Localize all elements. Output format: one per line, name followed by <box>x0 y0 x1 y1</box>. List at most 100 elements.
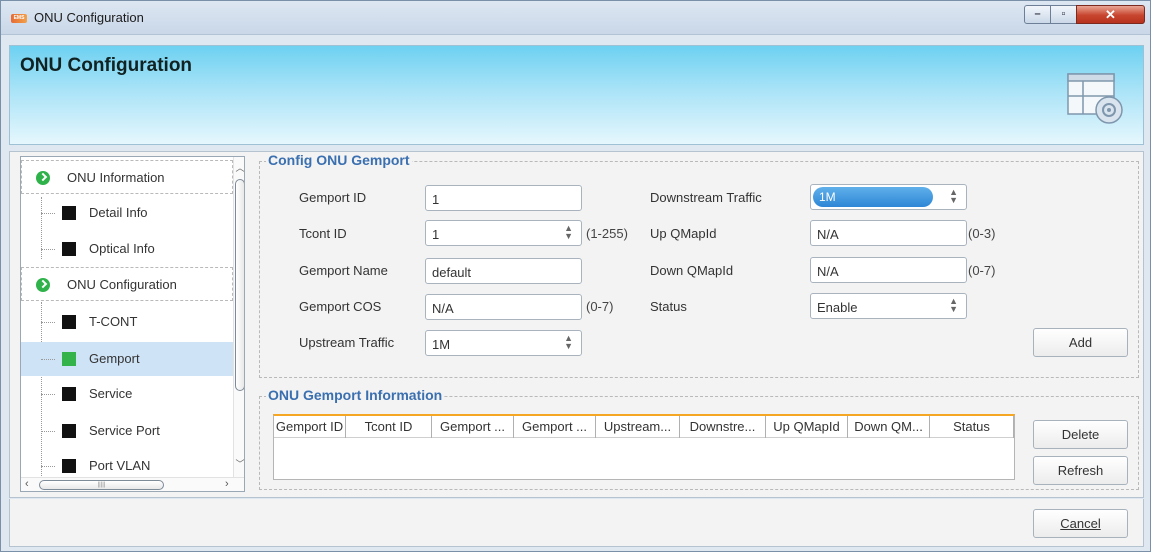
leaf-square-icon <box>62 315 76 329</box>
scrollbar-thumb[interactable]: ||||| <box>39 480 164 490</box>
selected-value-highlight: 1M <box>813 187 933 207</box>
gemport-id-input[interactable]: 1 <box>425 185 582 211</box>
scrollbar-thumb[interactable] <box>235 179 244 391</box>
tree-item-gemport[interactable]: Gemport <box>21 342 233 376</box>
tree-item-label: T-CONT <box>89 314 138 329</box>
spinner-arrows-icon[interactable]: ▲ ▼ <box>564 224 573 241</box>
tcont-id-stepper[interactable]: 1 ▲ ▼ <box>425 220 582 246</box>
field-value: N/A <box>432 301 454 316</box>
check-circle-icon <box>36 171 50 185</box>
column-header[interactable]: Up QMapId <box>766 416 848 438</box>
navigation-tree: ONU Information Detail Info Optical Info… <box>20 156 245 492</box>
leaf-square-icon <box>62 242 76 256</box>
status-select[interactable]: Enable ▲ ▼ <box>810 293 967 319</box>
down-qmapid-input[interactable]: N/A <box>810 257 967 283</box>
tree-connector <box>41 322 55 323</box>
column-header[interactable]: Tcont ID <box>346 416 432 438</box>
column-header[interactable]: Upstream... <box>596 416 680 438</box>
chevron-down-icon[interactable]: ﹀ <box>234 457 244 470</box>
minimize-icon: – <box>1034 8 1041 20</box>
delete-button[interactable]: Delete <box>1033 420 1128 449</box>
downstream-traffic-select[interactable]: 1M ▲ ▼ <box>810 184 967 210</box>
field-value: Enable <box>817 300 858 315</box>
column-header[interactable]: Gemport ID <box>274 416 346 438</box>
tree-item-label: Gemport <box>89 351 140 366</box>
close-icon: ✕ <box>1105 7 1116 22</box>
up-qmapid-range: (0-3) <box>968 226 996 241</box>
maximize-icon: ▫ <box>1061 8 1066 20</box>
gemport-name-input[interactable]: default <box>425 258 582 284</box>
column-header[interactable]: Downstre... <box>680 416 766 438</box>
tcont-id-label: Tcont ID <box>299 226 347 241</box>
field-value: N/A <box>817 227 839 242</box>
refresh-button[interactable]: Refresh <box>1033 456 1128 485</box>
tree-connector <box>41 213 55 214</box>
close-button[interactable]: ✕ <box>1076 5 1145 24</box>
main-panel: ONU Information Detail Info Optical Info… <box>9 151 1144 498</box>
field-value: N/A <box>817 264 839 279</box>
check-circle-icon <box>36 278 50 292</box>
up-qmapid-label: Up QMapId <box>650 226 717 241</box>
status-label: Status <box>650 299 687 314</box>
field-value: 1 <box>432 192 440 207</box>
tcont-id-range: (1-255) <box>586 226 628 241</box>
group-title: ONU Gemport Information <box>266 387 445 403</box>
downstream-traffic-label: Downstream Traffic <box>650 190 762 205</box>
tree-item-optical-info[interactable]: Optical Info <box>21 232 233 266</box>
gemport-cos-input[interactable]: N/A <box>425 294 582 320</box>
leaf-square-icon <box>62 424 76 438</box>
config-window-icon <box>1067 73 1123 124</box>
tree-item-label: Detail Info <box>89 205 148 220</box>
spinner-arrows-icon[interactable]: ▲ ▼ <box>949 188 958 205</box>
gemport-id-label: Gemport ID <box>299 190 367 205</box>
banner-title: ONU Configuration <box>20 55 193 76</box>
tree-connector <box>41 431 55 432</box>
tree-connector <box>41 394 55 395</box>
tree-item-onu-configuration[interactable]: ONU Configuration <box>21 267 233 301</box>
leaf-square-icon <box>62 206 76 220</box>
maximize-button[interactable]: ▫ <box>1050 5 1077 24</box>
tree-item-detail-info[interactable]: Detail Info <box>21 196 233 230</box>
gemport-cos-label: Gemport COS <box>299 299 382 314</box>
tree-item-label: ONU Information <box>67 170 165 185</box>
app-icon: EMS <box>11 14 27 23</box>
upstream-traffic-label: Upstream Traffic <box>299 335 395 350</box>
field-value: 1M <box>432 337 451 352</box>
tree-item-t-cont[interactable]: T-CONT <box>21 305 233 339</box>
tree-horizontal-scrollbar[interactable]: ‹ ||||| › <box>21 477 244 491</box>
tree-vertical-scrollbar[interactable]: ︿ ﹀ <box>233 157 244 477</box>
chevron-up-icon[interactable]: ︿ <box>234 161 244 174</box>
header-banner: ONU Configuration <box>9 45 1144 145</box>
column-header[interactable]: Status <box>930 416 1014 438</box>
down-qmapid-label: Down QMapId <box>650 263 734 278</box>
tree-item-service[interactable]: Service <box>21 377 233 411</box>
tree-item-label: Service <box>89 386 133 401</box>
onu-configuration-window: EMS ONU Configuration – ▫ ✕ ONU Configur… <box>0 0 1151 552</box>
cancel-button[interactable]: Cancel <box>1033 509 1128 538</box>
gemport-cos-range: (0-7) <box>586 299 614 314</box>
table-header: Gemport ID Tcont ID Gemport ... Gemport … <box>274 416 1014 438</box>
leaf-square-icon <box>62 352 76 366</box>
gemport-table[interactable]: Gemport ID Tcont ID Gemport ... Gemport … <box>273 414 1015 480</box>
upstream-traffic-select[interactable]: 1M ▲ ▼ <box>425 330 582 356</box>
leaf-square-icon <box>62 459 76 473</box>
spinner-arrows-icon[interactable]: ▲ ▼ <box>949 297 958 314</box>
column-header[interactable]: Gemport ... <box>432 416 514 438</box>
tree-connector <box>41 249 55 250</box>
column-header[interactable]: Down QM... <box>848 416 930 438</box>
gemport-name-label: Gemport Name <box>299 263 388 278</box>
down-qmapid-range: (0-7) <box>968 263 996 278</box>
chevron-right-icon[interactable]: › <box>225 478 229 490</box>
tree-item-label: Service Port <box>89 423 160 438</box>
spinner-arrows-icon[interactable]: ▲ ▼ <box>564 334 573 351</box>
add-button[interactable]: Add <box>1033 328 1128 357</box>
tree-item-label: Port VLAN <box>89 458 151 473</box>
up-qmapid-input[interactable]: N/A <box>810 220 967 246</box>
tree-item-label: Optical Info <box>89 241 155 256</box>
tree-connector <box>41 466 55 467</box>
tree-item-onu-information[interactable]: ONU Information <box>21 160 233 194</box>
minimize-button[interactable]: – <box>1024 5 1051 24</box>
tree-item-service-port[interactable]: Service Port <box>21 414 233 448</box>
chevron-left-icon[interactable]: ‹ <box>25 478 29 490</box>
column-header[interactable]: Gemport ... <box>514 416 596 438</box>
